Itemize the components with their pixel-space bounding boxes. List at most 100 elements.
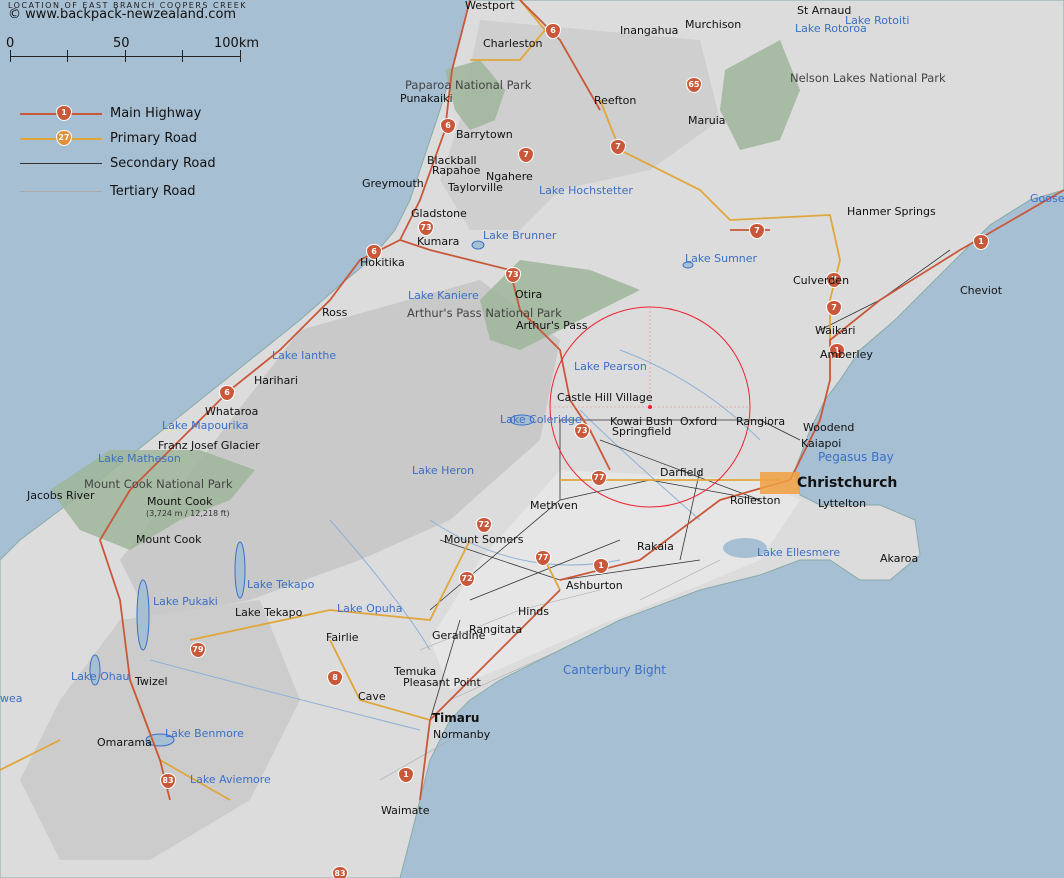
place-christchurch: Christchurch [797,475,898,491]
lake-aviemore-label: Lake Aviemore [190,773,271,786]
scale-tick [182,50,183,62]
lake-mapourika-label: Lake Mapourika [162,419,249,432]
mount-cook-peak: Mount Cook [147,495,213,508]
place-cheviot: Cheviot [960,284,1003,297]
place-waimate: Waimate [381,804,430,817]
location-marker [648,405,652,409]
mount-cook-altitude: (3,724 m / 12,218 ft) [146,509,230,518]
scale-tick [67,50,68,62]
place-hinds: Hinds [518,605,550,618]
place-twizel: Twizel [135,675,168,688]
place-charleston: Charleston [483,37,543,50]
place-rapahoe: Rapahoe [432,164,481,177]
scale-tick [125,50,126,62]
place-normanby: Normanby [433,728,491,741]
place-akaroa: Akaroa [880,552,919,565]
place-rangiora: Rangiora [736,415,786,428]
place-whataroa: Whataroa [205,405,259,418]
place-taylorville: Taylorville [448,181,503,194]
lake-benmore-label: Lake Benmore [165,727,244,740]
place-st-arnaud: St Arnaud [797,4,852,17]
place-otira: Otira [515,288,543,301]
legend: 1 Main Highway 27 Primary Road Secondary… [20,100,250,210]
place-rangitata: Rangitata [469,623,523,636]
place-lyttelton: Lyttelton [818,497,867,510]
lake-matheson-label: Lake Matheson [98,452,181,465]
map[interactable]: Location of East Branch Coopers Creek © … [0,0,1064,878]
lake-opuha-label: Lake Opuha [337,602,403,615]
lake-rotoroa-label: Lake Rotoroa [795,22,867,35]
route-shield: 83 [332,866,348,878]
scale-label-100: 100km [214,36,260,51]
place-springfield: Springfield [612,425,672,438]
place-woodend: Woodend [803,421,855,434]
lake-ellesmere-label: Lake Ellesmere [757,546,841,559]
place-westport: Westport [465,0,515,12]
lake-brunner [471,240,485,250]
place-castle-hill: Castle Hill Village [557,391,653,404]
place-ross: Ross [322,306,348,319]
place-jacobs-river: Jacobs River [27,489,95,502]
legend-label: Primary Road [110,131,197,146]
legend-label: Main Highway [110,106,202,121]
lake-sumner-label: Lake Sumner [685,252,758,265]
lake-coleridge-label: Lake Coleridge [500,413,582,426]
legend-shield: 1 [56,105,72,121]
legend-label: Tertiary Road [110,184,196,199]
scale-label-50: 50 [113,36,130,51]
place-mount-somers: Mount Somers [444,533,524,546]
place-hokitika: Hokitika [360,256,405,269]
place-goose: Goose [1030,192,1064,205]
place-pleasant-point: Pleasant Point [403,676,481,689]
lake-ianthe-label: Lake Ianthe [272,349,337,362]
pegasus-bay-label: Pegasus Bay [818,450,894,464]
paparoa-park-label: Paparoa National Park [405,78,532,92]
scale-tick [240,50,241,62]
place-culverden: Culverden [793,274,850,287]
lake-pukaki-label: Lake Pukaki [153,595,218,608]
place-gladstone: Gladstone [411,207,467,220]
place-mount-cook: Mount Cook [136,533,202,546]
place-harihari: Harihari [254,374,298,387]
lake-heron-label: Lake Heron [412,464,475,477]
place-waikari: Waikari [815,324,856,337]
lake-ohau-label: Lake Ohau [71,670,130,683]
lake-kaniere-label: Lake Kaniere [408,289,479,302]
place-rakaia: Rakaia [637,540,674,553]
scale-label-0: 0 [6,36,15,51]
place-wea: wea [0,692,23,705]
place-cave: Cave [358,690,386,703]
place-darfield: Darfield [660,466,704,479]
place-methven: Methven [530,499,578,512]
place-greymouth: Greymouth [362,177,424,190]
place-fairlie: Fairlie [326,631,359,644]
legend-line [20,163,102,164]
nelson-lakes-label: Nelson Lakes National Park [790,71,946,85]
place-arthurs-pass: Arthur's Pass [516,319,588,332]
legend-main-highway: 1 Main Highway [20,103,250,123]
lake-hochstetter-label: Lake Hochstetter [539,184,633,197]
place-amberley: Amberley [820,348,873,361]
place-reefton: Reefton [594,94,637,107]
lake-pearson-label: Lake Pearson [574,360,647,373]
lake-brunner-label: Lake Brunner [483,229,557,242]
legend-label: Secondary Road [110,156,216,171]
place-ashburton: Ashburton [566,579,623,592]
legend-primary-road: 27 Primary Road [20,128,250,148]
legend-shield: 27 [56,130,72,146]
arthurs-park-label: Arthur's Pass National Park [407,306,562,320]
place-franz-josef: Franz Josef Glacier [158,439,260,452]
lake-pukaki [136,579,150,651]
site-link[interactable]: © www.backpack-newzealand.com [8,7,236,22]
place-kumara: Kumara [417,235,460,248]
canterbury-bight-label: Canterbury Bight [563,663,666,677]
place-kaiapoi: Kaiapoi [801,437,842,450]
place-punakaiki: Punakaiki [400,92,453,105]
christchurch-urban [760,472,800,494]
place-lake-tekapo: Lake Tekapo [235,606,303,619]
place-murchison: Murchison [685,18,742,31]
place-timaru: Timaru [432,711,480,725]
scale-bar: 0 50 100km [6,36,260,66]
place-inangahua: Inangahua [620,24,679,37]
legend-tertiary-road: Tertiary Road [20,181,250,201]
